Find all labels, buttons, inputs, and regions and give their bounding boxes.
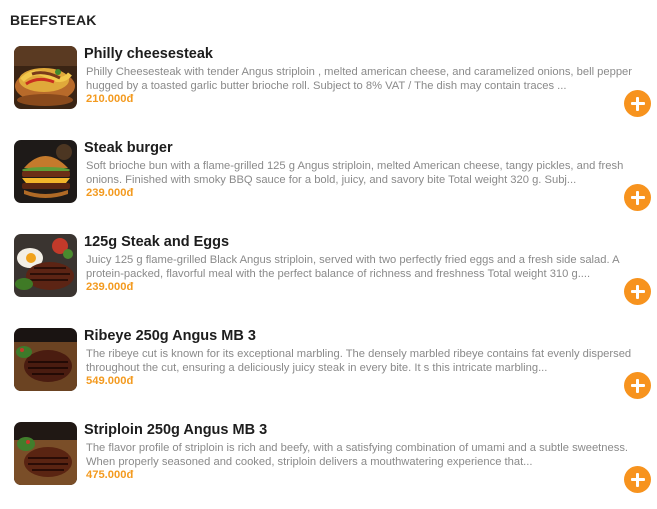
add-to-cart-button[interactable]: [624, 372, 651, 399]
philly-cheesesteak-image[interactable]: [14, 46, 77, 109]
add-to-cart-button[interactable]: [624, 90, 651, 117]
add-to-cart-button[interactable]: [624, 278, 651, 305]
item-price: 239.000đ: [86, 281, 134, 293]
add-to-cart-button[interactable]: [624, 184, 651, 211]
item-description: Juicy 125 g flame-grilled Black Angus st…: [86, 254, 619, 280]
item-price: 475.000đ: [86, 469, 134, 481]
item-name[interactable]: Ribeye 250g Angus MB 3: [84, 328, 256, 344]
menu-item-steak-burger[interactable]: Steak burger Soft brioche bun with a fla…: [14, 140, 654, 220]
striploin-steak-image[interactable]: [14, 422, 77, 485]
add-to-cart-button[interactable]: [624, 466, 651, 493]
item-price: 549.000đ: [86, 375, 134, 387]
item-name[interactable]: Steak burger: [84, 140, 173, 156]
ribeye-steak-image[interactable]: [14, 328, 77, 391]
item-description: The ribeye cut is known for its exceptio…: [86, 348, 632, 374]
item-name[interactable]: Philly cheesesteak: [84, 46, 213, 62]
item-name[interactable]: Striploin 250g Angus MB 3: [84, 422, 267, 438]
menu-item-steak-and-eggs[interactable]: 125g Steak and Eggs Juicy 125 g flame-gr…: [14, 234, 654, 314]
steak-burger-image[interactable]: [14, 140, 77, 203]
item-name[interactable]: 125g Steak and Eggs: [84, 234, 229, 250]
item-description: Philly Cheesesteak with tender Angus str…: [86, 66, 633, 92]
item-price: 239.000đ: [86, 187, 134, 199]
item-price: 210.000đ: [86, 93, 134, 105]
menu-item-striploin[interactable]: Striploin 250g Angus MB 3 The flavor pro…: [14, 422, 654, 502]
menu-item-ribeye[interactable]: Ribeye 250g Angus MB 3 The ribeye cut is…: [14, 328, 654, 408]
item-description: The flavor profile of striploin is rich …: [86, 442, 629, 468]
steak-and-eggs-image[interactable]: [14, 234, 77, 297]
menu-item-philly-cheesesteak[interactable]: Philly cheesesteak Philly Cheesesteak wi…: [14, 46, 654, 126]
section-title: BEEFSTEAK: [10, 12, 97, 28]
item-description: Soft brioche bun with a flame-grilled 12…: [86, 160, 624, 186]
